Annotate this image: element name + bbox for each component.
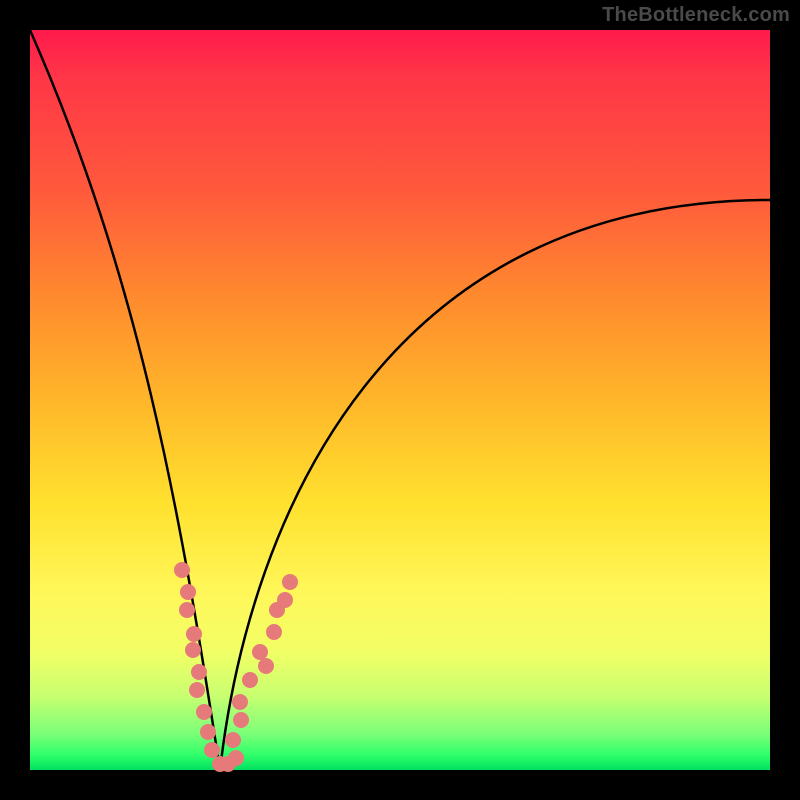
sample-dot xyxy=(225,732,241,748)
sample-dot xyxy=(180,584,196,600)
watermark-text: TheBottleneck.com xyxy=(602,4,790,27)
sample-dot xyxy=(174,562,190,578)
sample-dot xyxy=(282,574,298,590)
curve-layer xyxy=(30,30,770,770)
sample-dot xyxy=(242,672,258,688)
sample-dot xyxy=(277,592,293,608)
plot-area xyxy=(30,30,770,770)
sample-dot xyxy=(179,602,195,618)
sample-dot xyxy=(258,658,274,674)
sample-dot xyxy=(189,682,205,698)
sample-dot xyxy=(204,742,220,758)
chart-frame: TheBottleneck.com xyxy=(0,0,800,800)
sample-dot xyxy=(252,644,268,660)
sample-dot xyxy=(186,626,202,642)
sample-dot xyxy=(228,750,244,766)
sample-dot xyxy=(185,642,201,658)
sample-dot xyxy=(266,624,282,640)
bottleneck-curve xyxy=(30,30,770,770)
sample-dots-group xyxy=(174,562,298,772)
sample-dot xyxy=(200,724,216,740)
sample-dot xyxy=(191,664,207,680)
sample-dot xyxy=(233,712,249,728)
sample-dot xyxy=(232,694,248,710)
sample-dot xyxy=(196,704,212,720)
